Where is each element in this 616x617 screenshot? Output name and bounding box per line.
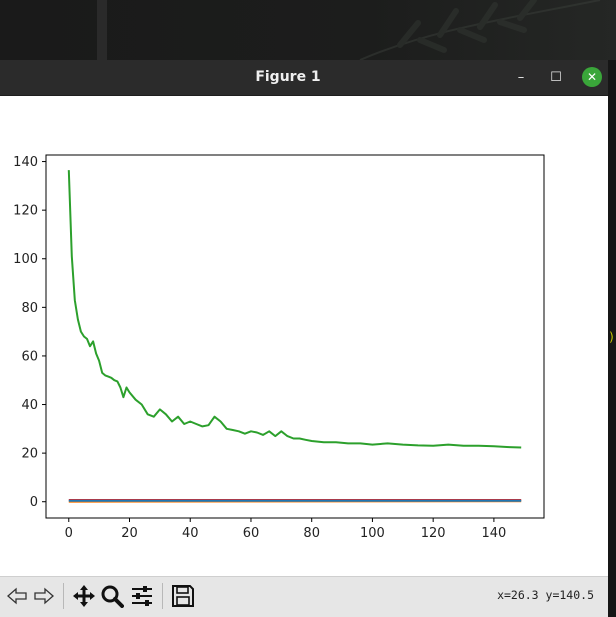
x-tick-label: 80 <box>303 526 320 541</box>
y-tick-label: 20 <box>21 447 38 462</box>
zoom-icon <box>101 585 124 608</box>
title-bar[interactable]: Figure 1 – ☐ ✕ <box>0 60 608 96</box>
x-tick-label: 0 <box>65 526 73 541</box>
pan-button[interactable] <box>71 582 97 610</box>
toolbar-separator <box>162 583 163 609</box>
toolbar-separator <box>63 583 64 609</box>
x-tick-label: 40 <box>182 526 199 541</box>
desktop-background <box>0 0 616 60</box>
desktop-panel-edge <box>97 0 107 60</box>
close-icon: ✕ <box>586 70 598 84</box>
forward-button[interactable] <box>31 582 57 610</box>
pan-icon <box>73 585 95 607</box>
x-tick-label: 140 <box>481 526 506 541</box>
y-tick-label: 40 <box>21 398 38 413</box>
save-icon <box>172 585 194 607</box>
side-terminal-glyph: ) <box>608 330 616 344</box>
x-tick-label: 60 <box>243 526 260 541</box>
figure-canvas[interactable]: 0 20 40 60 80 100 120 140 0 20 40 60 80 100 120 140 <box>0 96 608 576</box>
configure-subplots-button[interactable] <box>129 582 155 610</box>
navigation-toolbar: x=26.3 y=140.5 <box>0 576 608 617</box>
minimize-button[interactable]: – <box>512 68 530 86</box>
y-tick-label: 100 <box>13 252 38 267</box>
y-tick-label: 0 <box>30 495 38 510</box>
x-tick-label: 20 <box>121 526 138 541</box>
back-button[interactable] <box>4 582 30 610</box>
y-tick-label: 120 <box>13 204 38 219</box>
maximize-icon: ☐ <box>550 69 562 85</box>
y-tick-label: 60 <box>21 349 38 364</box>
x-tick-label: 100 <box>360 526 385 541</box>
figure-window: Figure 1 – ☐ ✕ 0 20 40 60 80 100 120 140 0 20 40 60… <box>0 60 608 617</box>
line-chart: 0 20 40 60 80 100 120 140 0 20 40 60 80 100 120 140 <box>13 154 545 541</box>
cursor-coordinates: x=26.3 y=140.5 <box>497 588 594 602</box>
y-tick-label: 140 <box>13 155 38 170</box>
back-icon <box>7 587 27 605</box>
x-tick-label: 120 <box>421 526 446 541</box>
wallpaper-fern <box>359 0 601 60</box>
maximize-button[interactable]: ☐ <box>547 68 565 86</box>
zoom-button[interactable] <box>99 582 125 610</box>
save-button[interactable] <box>170 582 196 610</box>
axes-frame <box>45 154 545 519</box>
y-tick-label: 80 <box>21 301 38 316</box>
window-title: Figure 1 <box>255 69 321 85</box>
configure-subplots-icon <box>132 586 152 606</box>
close-button[interactable]: ✕ <box>582 67 602 87</box>
minimize-icon: – <box>517 69 525 85</box>
forward-icon <box>34 587 54 605</box>
